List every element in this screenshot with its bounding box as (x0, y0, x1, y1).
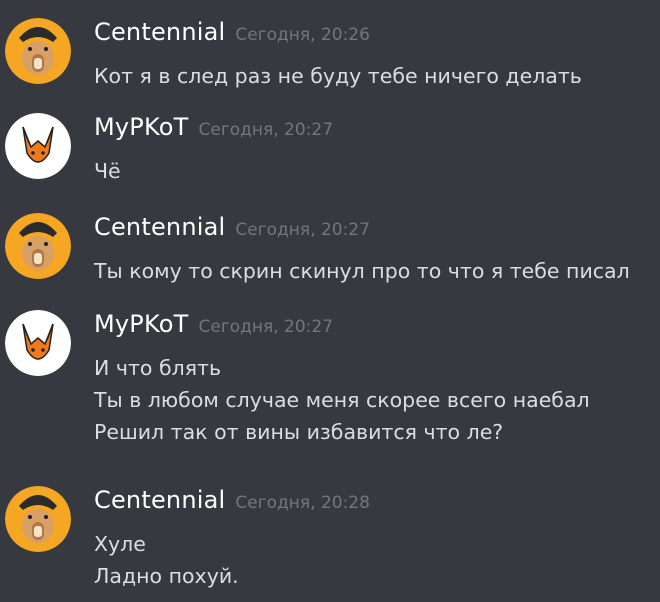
capybara-avatar-icon[interactable] (5, 486, 71, 552)
username[interactable]: Centennial (94, 486, 225, 514)
message-text: Чё (94, 159, 121, 183)
message-body: Ты кому то скрин скинул про то что я теб… (94, 255, 630, 287)
message-text: Ты в любом случае меня скорее всего наеб… (94, 388, 590, 412)
chat-log: Centennial Сегодня, 20:26 Кот я в след ра… (0, 0, 660, 602)
username[interactable]: MyPKoT (94, 310, 188, 338)
message-header: MyPKoT Сегодня, 20:27 (94, 310, 333, 342)
username[interactable]: Centennial (94, 18, 225, 46)
timestamp: Сегодня, 20:27 (235, 220, 370, 240)
message-text: Кот я в след раз не буду тебе ничего дел… (94, 64, 582, 88)
message-header: Centennial Сегодня, 20:26 (94, 18, 370, 50)
message-body: Кот я в след раз не буду тебе ничего дел… (94, 60, 582, 92)
message-header: Centennial Сегодня, 20:27 (94, 213, 370, 245)
timestamp: Сегодня, 20:28 (235, 493, 370, 513)
fox-avatar-icon[interactable] (5, 310, 71, 376)
timestamp: Сегодня, 20:27 (198, 317, 334, 337)
message-header: Centennial Сегодня, 20:28 (94, 486, 370, 518)
message-body: Чё (94, 155, 121, 187)
message-header: MyPKoT Сегодня, 20:27 (94, 113, 333, 145)
username[interactable]: MyPKoT (94, 113, 188, 141)
capybara-avatar-icon[interactable] (5, 18, 71, 84)
message-body: И что блять Ты в любом случае меня скоре… (94, 352, 590, 448)
timestamp: Сегодня, 20:27 (198, 120, 334, 140)
message-text: Ты кому то скрин скинул про то что я теб… (94, 259, 630, 283)
message-text: Ладно похуй. (94, 564, 239, 588)
message-text: Хуле (94, 532, 146, 556)
capybara-avatar-icon[interactable] (5, 213, 71, 279)
username[interactable]: Centennial (94, 213, 225, 241)
message-body: Хуле Ладно похуй. (94, 528, 239, 592)
timestamp: Сегодня, 20:26 (235, 25, 370, 45)
message-text: Решил так от вины избавится что ле? (94, 420, 504, 444)
fox-avatar-icon[interactable] (5, 113, 71, 179)
message-text: И что блять (94, 356, 222, 380)
